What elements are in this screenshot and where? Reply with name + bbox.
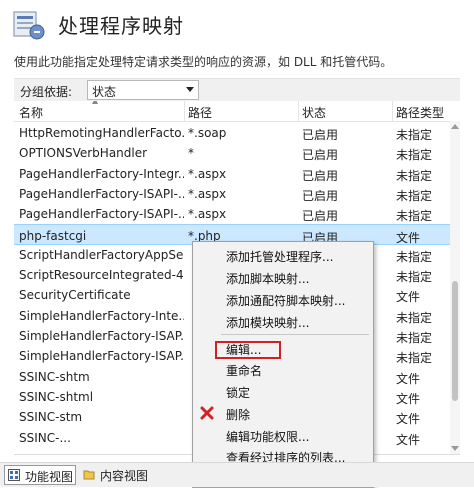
feature-view-icon <box>8 469 20 481</box>
chevron-down-icon <box>186 87 194 92</box>
group-by-bar: 分组依据: 状态 <box>14 78 460 101</box>
cell-state: 已启用 <box>302 128 339 142</box>
page-header: 处理程序映射 <box>0 0 474 50</box>
cell-name: PageHandlerFactory-ISAPI-... <box>19 207 184 222</box>
cell-path-type: 未指定 <box>396 351 433 366</box>
menu-item-rename[interactable]: 重命名 <box>193 359 373 379</box>
column-header-name[interactable]: 名称 <box>19 104 43 121</box>
tab-feature-view[interactable]: 功能视图 <box>4 465 76 485</box>
sort-up-icon: ▲ <box>92 101 98 105</box>
group-by-select[interactable]: 状态 <box>87 80 199 100</box>
group-by-label: 分组依据: <box>20 85 73 99</box>
tab-content-view[interactable]: 内容视图 <box>80 465 160 483</box>
scroll-thumb[interactable] <box>452 281 458 401</box>
menu-item-add-module-map[interactable]: 添加模块映射... <box>193 311 373 331</box>
cell-path-type: 未指定 <box>396 249 433 264</box>
cell-path-type: 文件 <box>396 371 421 386</box>
cell-path-type: 未指定 <box>396 270 433 285</box>
menu-item-add-script-map[interactable]: 添加脚本映射... <box>193 267 373 287</box>
cell-path-type: 文件 <box>396 412 421 427</box>
cell-name: SSINC-... <box>19 430 71 445</box>
cell-path: *.aspx <box>188 166 227 181</box>
menu-item-delete[interactable]: 删除 <box>193 403 373 423</box>
cell-path: *.aspx <box>188 186 227 201</box>
cell-name: HttpRemotingHandlerFacto... <box>19 126 184 140</box>
scroll-down-icon[interactable] <box>451 446 459 451</box>
table-row[interactable]: HttpRemotingHandlerFacto... *.soap 已启用 未指定 <box>14 122 454 143</box>
cell-path-type: 未指定 <box>396 148 433 163</box>
cell-name: SecurityCertificate <box>19 288 131 303</box>
cell-path-type: 文件 <box>396 432 421 447</box>
table-row[interactable]: PageHandlerFactory-ISAPI-... *.aspx 已启用 未指定 <box>14 203 454 224</box>
cell-path-type: 未指定 <box>396 168 433 183</box>
cell-name: SSINC-shtm <box>19 369 90 384</box>
cell-name: ScriptHandlerFactoryAppSe... <box>19 247 184 262</box>
cell-path-type: 未指定 <box>396 188 433 203</box>
context-menu: 添加托管处理程序... 添加脚本映射... 添加通配符脚本映射... 添加模块映… <box>192 241 374 488</box>
page-title: 处理程序映射 <box>58 14 184 38</box>
cell-path-type: 未指定 <box>396 209 433 224</box>
cell-state: 已启用 <box>302 188 339 203</box>
menu-item-add-managed-handler[interactable]: 添加托管处理程序... <box>193 245 373 265</box>
cell-path-type: 文件 <box>396 290 421 305</box>
vertical-scrollbar[interactable] <box>450 121 460 454</box>
cell-name: SimpleHandlerFactory-Inte... <box>19 308 184 323</box>
menu-separator <box>221 334 369 335</box>
cell-path-type: 文件 <box>396 391 421 406</box>
content-view-icon <box>83 470 95 480</box>
cell-path: *.soap <box>188 126 227 140</box>
cell-name: ScriptResourceIntegrated-4.0 <box>19 268 184 283</box>
cell-path-type: 未指定 <box>396 128 433 142</box>
column-header-path-type[interactable]: 路径类型 <box>396 104 444 121</box>
cell-name: PageHandlerFactory-Integr... <box>19 166 184 181</box>
cell-name: SimpleHandlerFactory-ISAP... <box>19 349 184 364</box>
cell-state: 已启用 <box>302 209 339 224</box>
menu-item-edit-feature-permissions[interactable]: 编辑功能权限... <box>193 425 373 445</box>
cell-name: SimpleHandlerFactory-ISAP... <box>19 329 184 343</box>
table-header: ▲ 名称 路径 状态 路径类型 <box>14 101 460 122</box>
table-row[interactable]: OPTIONSVerbHandler * 已启用 未指定 <box>14 142 454 163</box>
menu-item-lock[interactable]: 锁定 <box>193 381 373 401</box>
cell-name: SSINC-shtml <box>19 389 94 404</box>
table-row[interactable]: PageHandlerFactory-ISAPI-... *.aspx 已启用 未指定 <box>14 183 454 204</box>
column-header-state[interactable]: 状态 <box>302 104 326 121</box>
table-row[interactable]: PageHandlerFactory-Integr... *.aspx 已启用 未指定 <box>14 163 454 184</box>
cell-path-type: 未指定 <box>396 310 433 325</box>
column-divider[interactable] <box>392 101 393 121</box>
column-divider[interactable] <box>298 101 299 121</box>
view-switcher-bar: 功能视图 内容视图 <box>0 462 474 487</box>
cell-path-type: 未指定 <box>396 331 433 345</box>
cell-name: OPTIONSVerbHandler <box>19 146 148 161</box>
handler-mappings-icon <box>13 11 45 40</box>
delete-icon <box>200 406 214 420</box>
cell-name: PageHandlerFactory-ISAPI-... <box>19 186 184 201</box>
menu-item-add-wildcard-script-map[interactable]: 添加通配符脚本映射... <box>193 289 373 309</box>
menu-item-edit[interactable]: 编辑... <box>193 338 373 359</box>
group-by-value: 状态 <box>92 85 117 99</box>
scroll-up-icon[interactable] <box>451 124 459 129</box>
cell-path: * <box>188 146 194 161</box>
cell-path: *.aspx <box>188 207 227 222</box>
cell-state: 已启用 <box>302 148 339 163</box>
cell-name: SSINC-stm <box>19 410 83 425</box>
column-header-path[interactable]: 路径 <box>188 104 212 121</box>
cell-name: php-fastcgi <box>19 228 87 243</box>
cell-state: 已启用 <box>302 168 339 183</box>
page-description: 使用此功能指定处理特定请求类型的响应的资源，如 DLL 和托管代码。 <box>14 55 393 69</box>
column-divider[interactable] <box>184 101 185 121</box>
